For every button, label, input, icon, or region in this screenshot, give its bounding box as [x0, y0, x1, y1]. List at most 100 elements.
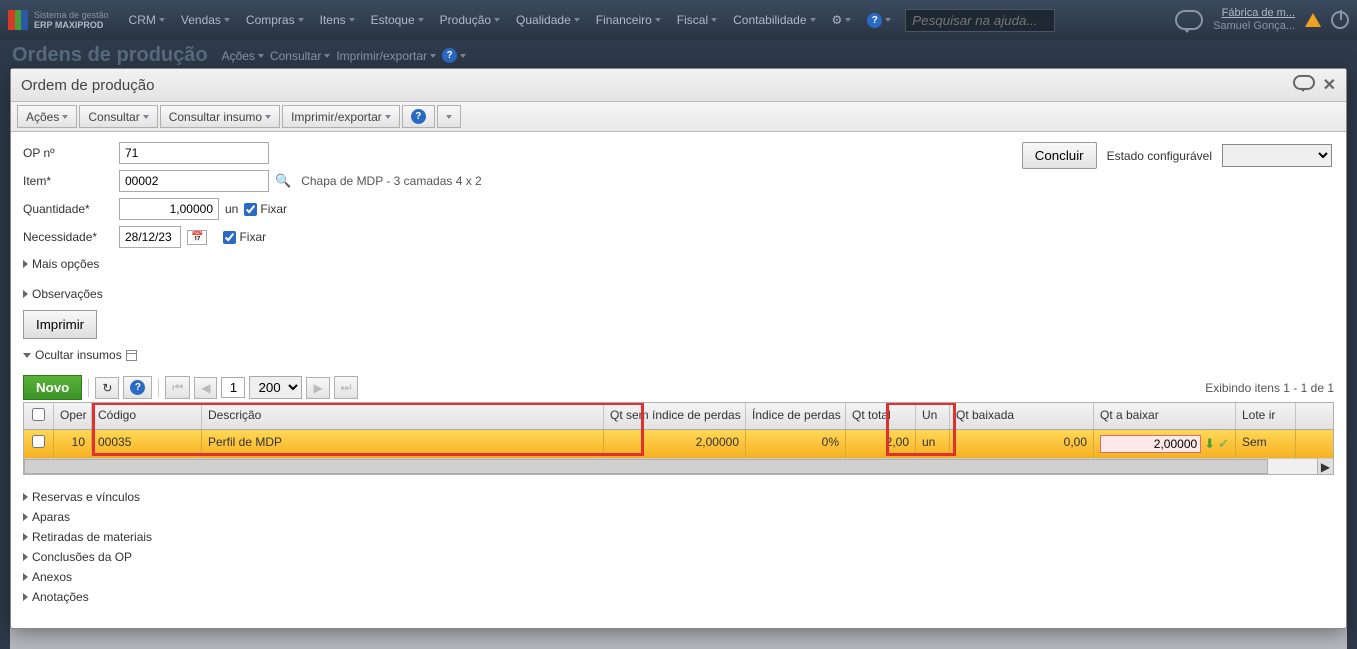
- section-retiradas[interactable]: Retiradas de materiais: [23, 527, 1334, 547]
- op-input[interactable]: [119, 142, 269, 164]
- cell-qt-a-baixar[interactable]: ⬇ ✔: [1094, 430, 1236, 458]
- mais-opcoes-toggle[interactable]: Mais opções: [23, 254, 1334, 274]
- check-icon[interactable]: ✔: [1218, 436, 1229, 452]
- section-anexos[interactable]: Anexos: [23, 567, 1334, 587]
- power-icon[interactable]: [1331, 11, 1349, 29]
- fixar-qtd-checkbox[interactable]: Fixar: [244, 202, 287, 216]
- tb-help[interactable]: ?: [402, 105, 435, 128]
- row-checkbox[interactable]: [32, 435, 45, 448]
- warning-icon[interactable]: [1305, 13, 1321, 27]
- estado-label: Estado configurável: [1107, 149, 1212, 163]
- cell-indice: 0%: [746, 430, 846, 458]
- prev-page-button[interactable]: ◀: [194, 377, 217, 399]
- menu-financeiro[interactable]: Financeiro: [590, 9, 667, 32]
- item-search-icon[interactable]: 🔍: [275, 173, 291, 189]
- help-search-input[interactable]: [905, 9, 1055, 32]
- col-qt-baixada[interactable]: Qt baixada: [950, 403, 1094, 429]
- logo: [8, 10, 28, 30]
- col-un[interactable]: Un: [916, 403, 950, 429]
- menu-fiscal[interactable]: Fiscal: [671, 9, 723, 32]
- next-page-button[interactable]: ▶: [306, 377, 329, 399]
- menu-contabilidade[interactable]: Contabilidade: [727, 9, 821, 32]
- cell-lote: Sem: [1236, 430, 1296, 458]
- company-link[interactable]: Fábrica de m...: [1222, 7, 1295, 19]
- tb-consultar[interactable]: Consultar: [79, 105, 157, 128]
- menu-itens[interactable]: Itens: [314, 9, 361, 32]
- horizontal-scrollbar[interactable]: ▶: [24, 458, 1333, 474]
- col-indice[interactable]: Índice de perdas: [746, 403, 846, 429]
- modal-chat-icon[interactable]: [1293, 75, 1315, 90]
- col-qt-a-baixar[interactable]: Qt a baixar: [1094, 403, 1236, 429]
- page-title: Ordens de produção: [12, 44, 208, 67]
- col-qt-total[interactable]: Qt total: [846, 403, 916, 429]
- menu-estoque[interactable]: Estoque: [365, 9, 430, 32]
- menu-crm[interactable]: CRM: [123, 9, 171, 32]
- item-description: Chapa de MDP - 3 camadas 4 x 2: [301, 174, 482, 188]
- necessidade-input[interactable]: [119, 226, 181, 248]
- page-action-consultar[interactable]: Consultar: [270, 48, 330, 63]
- col-codigo[interactable]: Código: [92, 403, 202, 429]
- grid-header: Oper Código Descrição Qt sem índice de p…: [24, 403, 1333, 430]
- section-conclusoes[interactable]: Conclusões da OP: [23, 547, 1334, 567]
- page-size-select[interactable]: 200: [249, 376, 302, 399]
- fixar-data-checkbox[interactable]: Fixar: [223, 230, 266, 244]
- col-qt-sem[interactable]: Qt sem índice de perdas: [604, 403, 746, 429]
- imprimir-button[interactable]: Imprimir: [23, 310, 97, 339]
- cell-descricao: Perfil de MDP: [202, 430, 604, 458]
- cell-qt-baixada: 0,00: [950, 430, 1094, 458]
- section-anotacoes[interactable]: Anotações: [23, 587, 1334, 607]
- qtd-label: Quantidade*: [23, 202, 113, 216]
- item-input[interactable]: [119, 170, 269, 192]
- item-label: Item*: [23, 174, 113, 188]
- section-reservas[interactable]: Reservas e vínculos: [23, 487, 1334, 507]
- chat-icon[interactable]: [1175, 10, 1203, 30]
- cell-qt-total: 2,00: [846, 430, 916, 458]
- grid-help-button[interactable]: ?: [123, 376, 152, 399]
- col-oper[interactable]: Oper: [54, 403, 92, 429]
- cell-oper: 10: [54, 430, 92, 458]
- novo-button[interactable]: Novo: [23, 375, 82, 400]
- select-all-checkbox[interactable]: [32, 408, 45, 421]
- menu-qualidade[interactable]: Qualidade: [510, 9, 586, 32]
- un-label: un: [225, 202, 238, 216]
- grid-info: Exibindo itens 1 - 1 de 1: [1205, 381, 1334, 395]
- help-search[interactable]: [905, 9, 1055, 32]
- concluir-button[interactable]: Concluir: [1022, 142, 1097, 169]
- cell-codigo: 00035: [92, 430, 202, 458]
- grid-row[interactable]: 10 00035 Perfil de MDP 2,00000 0% 2,00 u…: [24, 430, 1333, 458]
- user-info: Fábrica de m... Samuel Gonça...: [1213, 7, 1295, 33]
- col-descricao[interactable]: Descrição: [202, 403, 604, 429]
- cell-un: un: [916, 430, 950, 458]
- tb-more[interactable]: [437, 105, 461, 128]
- estado-select[interactable]: [1222, 144, 1332, 167]
- close-icon[interactable]: ✕: [1323, 75, 1336, 95]
- modal-ordem-producao: Ordem de produção ✕ Ações Consultar Cons…: [10, 68, 1347, 629]
- tb-consultar-insumo[interactable]: Consultar insumo: [160, 105, 280, 128]
- section-aparas[interactable]: Aparas: [23, 507, 1334, 527]
- first-page-button[interactable]: ⏮: [165, 376, 190, 399]
- brand: Sistema de gestãoERP MAXIPROD: [34, 10, 109, 30]
- menu-vendas[interactable]: Vendas: [175, 9, 236, 32]
- page-input[interactable]: [221, 377, 245, 398]
- page-action-imprimir[interactable]: Imprimir/exportar: [336, 48, 436, 63]
- modal-title: Ordem de produção: [21, 77, 154, 94]
- page-action-acoes[interactable]: Ações: [222, 48, 264, 63]
- qtd-input[interactable]: [119, 198, 219, 220]
- tb-imprimir-exportar[interactable]: Imprimir/exportar: [282, 105, 400, 128]
- menu-gear[interactable]: ⚙: [826, 9, 858, 32]
- refresh-button[interactable]: ↻: [95, 377, 119, 399]
- ocultar-insumos-toggle[interactable]: Ocultar insumos: [23, 345, 1334, 365]
- menu-producao[interactable]: Produção: [434, 9, 506, 32]
- calendar-icon[interactable]: 📅: [187, 230, 207, 245]
- last-page-button[interactable]: ⏭: [334, 376, 359, 399]
- tb-acoes[interactable]: Ações: [17, 105, 77, 128]
- menu-compras[interactable]: Compras: [240, 9, 310, 32]
- menu-help[interactable]: ?: [861, 9, 897, 32]
- col-lote[interactable]: Lote ir: [1236, 403, 1296, 429]
- layout-icon[interactable]: [126, 350, 137, 361]
- page-action-help[interactable]: ?: [442, 48, 466, 63]
- arrow-down-icon[interactable]: ⬇: [1204, 436, 1215, 452]
- observacoes-toggle[interactable]: Observações: [23, 284, 1334, 304]
- qt-a-baixar-input[interactable]: [1100, 435, 1201, 453]
- caret-icon: [159, 18, 165, 22]
